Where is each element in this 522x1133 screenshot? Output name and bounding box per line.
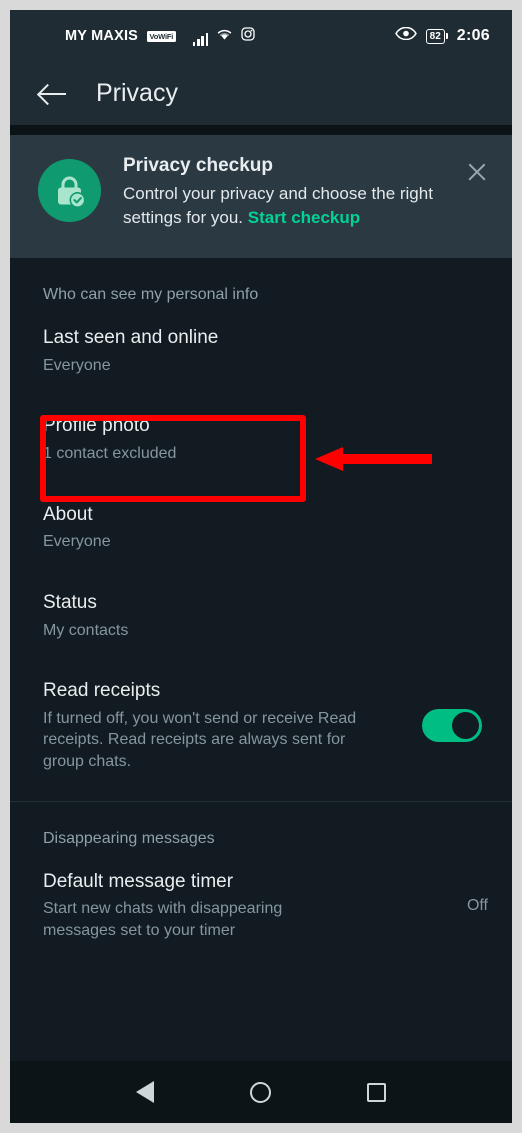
signal-bars-icon <box>192 32 209 46</box>
page-title: Privacy <box>96 79 178 107</box>
android-nav-bar <box>10 1061 512 1123</box>
banner-text-block: Privacy checkup Control your privacy and… <box>123 153 438 230</box>
row-title: Profile photo <box>43 415 150 437</box>
vowifi-badge: VoWiFi <box>147 30 176 42</box>
row-subtitle: If turned off, you won't send or receive… <box>43 709 357 770</box>
row-default-message-timer[interactable]: Default message timer Start new chats wi… <box>10 858 512 954</box>
read-receipts-toggle[interactable] <box>422 709 482 743</box>
row-title: Read receipts <box>43 680 161 702</box>
start-checkup-link[interactable]: Start checkup <box>248 208 360 227</box>
banner-title: Privacy checkup <box>123 155 273 176</box>
section-header-disappearing-messages: Disappearing messages <box>43 829 215 847</box>
row-main: Default message timer Start new chats wi… <box>43 870 453 942</box>
row-read-receipts[interactable]: Read receipts If turned off, you won't s… <box>10 667 512 784</box>
row-value: Off <box>466 896 488 914</box>
row-about[interactable]: About Everyone <box>10 491 512 565</box>
row-subtitle: Everyone <box>43 533 111 551</box>
battery-icon: 82 <box>425 28 448 44</box>
phone-screen: MY MAXIS VoWiFi 82 2:06 Privacy Privacy … <box>10 10 512 1123</box>
eye-icon <box>394 26 417 45</box>
section-header-personal-info: Who can see my personal info <box>43 286 259 303</box>
row-subtitle: My contacts <box>43 621 129 639</box>
row-last-seen-and-online[interactable]: Last seen and online Everyone <box>10 314 512 388</box>
row-title: Status <box>43 591 97 613</box>
status-bar: MY MAXIS VoWiFi 82 2:06 <box>10 10 512 62</box>
app-bar: Privacy <box>10 62 512 125</box>
row-title: Default message timer <box>43 870 234 892</box>
row-main: Read receipts If turned off, you won't s… <box>43 679 408 772</box>
row-main: Last seen and online Everyone <box>43 326 488 376</box>
app-bar-divider <box>10 125 512 135</box>
row-subtitle: 1 contact excluded <box>43 444 177 462</box>
instagram-icon <box>241 26 255 46</box>
row-main: About Everyone <box>43 503 488 553</box>
status-bar-right: 82 2:06 <box>394 26 490 45</box>
row-main: Status My contacts <box>43 591 488 641</box>
banner-description: Control your privacy and choose the righ… <box>123 182 438 230</box>
privacy-lock-check-icon <box>38 159 101 222</box>
privacy-settings-list: Who can see my personal info Last seen a… <box>10 258 512 954</box>
row-title: Last seen and online <box>43 327 219 348</box>
row-subtitle: Everyone <box>43 356 111 374</box>
battery-percent-label: 82 <box>425 28 445 44</box>
nav-back-triangle-icon[interactable] <box>136 1081 154 1103</box>
row-main: Profile photo 1 contact excluded <box>43 414 488 464</box>
wifi-icon <box>216 27 233 46</box>
status-bar-left: MY MAXIS VoWiFi <box>65 26 256 46</box>
row-profile-photo[interactable]: Profile photo 1 contact excluded <box>10 402 512 476</box>
carrier-label: MY MAXIS <box>65 28 139 44</box>
back-arrow-icon[interactable] <box>40 82 68 106</box>
row-title: About <box>43 503 93 525</box>
status-bar-icons <box>192 26 256 46</box>
nav-recents-square-icon[interactable] <box>367 1082 386 1102</box>
close-icon[interactable] <box>464 159 490 185</box>
row-status[interactable]: Status My contacts <box>10 579 512 653</box>
clock-label: 2:06 <box>456 27 490 44</box>
nav-home-circle-icon[interactable] <box>250 1081 271 1103</box>
privacy-checkup-banner[interactable]: Privacy checkup Control your privacy and… <box>10 135 512 258</box>
row-subtitle: Start new chats with disappearing messag… <box>43 900 283 939</box>
